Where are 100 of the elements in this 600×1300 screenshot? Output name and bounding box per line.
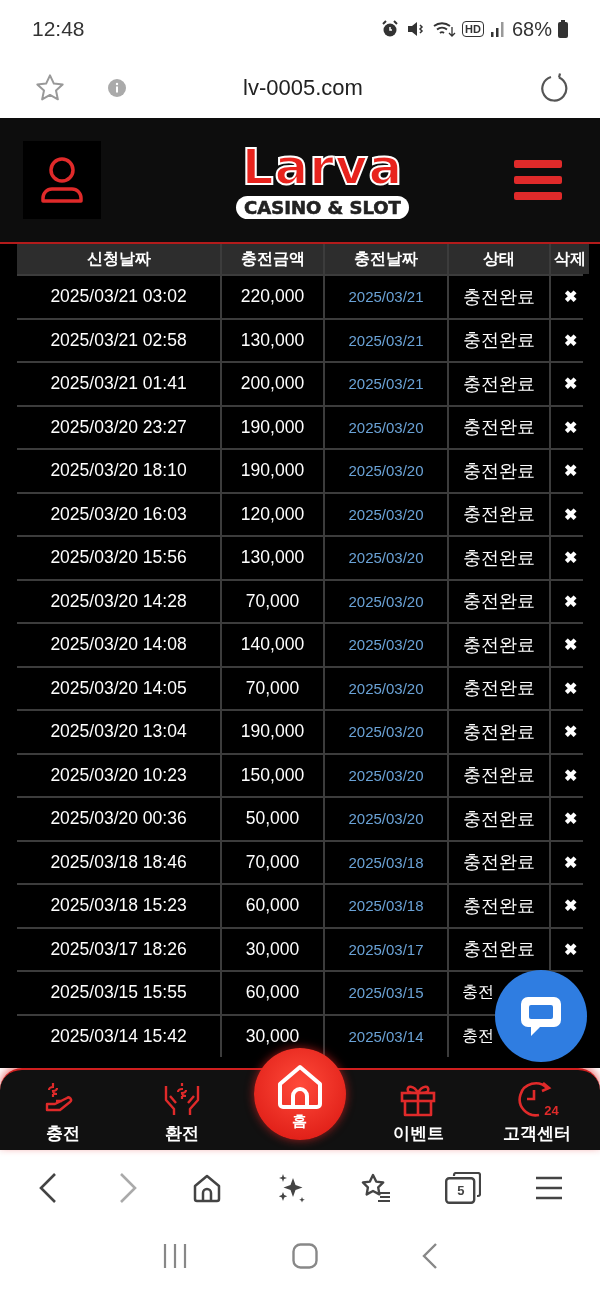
delete-button[interactable]: ✖	[563, 330, 577, 350]
table-cell: 충전완료	[449, 624, 549, 666]
table-cell: 2025/03/20 14:28	[17, 580, 220, 622]
table-cell: 130,000	[222, 537, 323, 579]
table-cell: 2025/03/20	[325, 580, 447, 622]
delete-button[interactable]: ✖	[563, 287, 577, 307]
table-cell: 70,000	[222, 841, 323, 883]
table-cell: 2025/03/20 16:03	[17, 493, 220, 535]
table-cell: 150,000	[222, 754, 323, 796]
table-cell: 2025/03/20	[325, 711, 447, 753]
table-cell: 2025/03/20 23:27	[17, 406, 220, 448]
table-cell: 130,000	[222, 319, 323, 361]
table-cell: 2025/03/20 13:04	[17, 711, 220, 753]
table-cell: 충전완료	[449, 711, 549, 753]
table-cell: 충전완료	[449, 537, 549, 579]
column-header: 충전날짜	[325, 244, 447, 274]
table-cell: 2025/03/21 03:02	[17, 276, 220, 318]
icon-label: 24	[544, 1102, 559, 1118]
table-cell: 충전완료	[449, 798, 549, 840]
table-cell: 충전완료	[449, 276, 549, 318]
column-header: 삭제	[551, 244, 589, 274]
table-cell: 50,000	[222, 798, 323, 840]
table-cell: 2025/03/20	[325, 754, 447, 796]
table-cell: 충전완료	[449, 450, 549, 492]
table-cell: 2025/03/20 18:10	[17, 450, 220, 492]
table-cell: 2025/03/18	[325, 885, 447, 927]
nav-item[interactable]: 충전	[41, 1070, 86, 1150]
delete-button[interactable]: ✖	[563, 635, 577, 655]
logo-subtitle[interactable]: CASINO & SLOT	[236, 195, 409, 219]
table-cell: 220,000	[222, 276, 323, 318]
table-cell: 2025/03/20	[325, 624, 447, 666]
delete-button[interactable]: ✖	[563, 548, 577, 568]
table-cell: 2025/03/20	[325, 667, 447, 709]
table-cell: 충전완료	[449, 493, 549, 535]
table-cell: 2025/03/20 10:23	[17, 754, 220, 796]
delete-button[interactable]: ✖	[563, 896, 577, 916]
delete-button[interactable]: ✖	[563, 591, 577, 611]
table-cell: 2025/03/21 01:41	[17, 363, 220, 405]
table-cell: 2025/03/20	[325, 537, 447, 579]
table-cell: 200,000	[222, 363, 323, 405]
column-header: 상태	[449, 244, 549, 274]
battery-level: 68%	[511, 17, 552, 41]
delete-button[interactable]: ✖	[563, 374, 577, 394]
table-cell: 2025/03/14 15:42	[17, 1015, 220, 1057]
nav-item[interactable]: 이벤트	[390, 1070, 446, 1150]
table-cell: 30,000	[222, 928, 323, 970]
table-cell: 충전완료	[449, 406, 549, 448]
network-label: HD	[462, 21, 484, 37]
table-cell: 2025/03/18 18:46	[17, 841, 220, 883]
table-cell: 2025/03/20 14:08	[17, 624, 220, 666]
table-cell: 2025/03/21	[325, 319, 447, 361]
table-cell: 70,000	[222, 580, 323, 622]
table-cell: 2025/03/20	[325, 493, 447, 535]
table-cell: 140,000	[222, 624, 323, 666]
table-cell: 충전완료	[449, 885, 549, 927]
table-cell: 2025/03/20	[325, 406, 447, 448]
table-cell: 60,000	[222, 885, 323, 927]
logo-title[interactable]: Larva	[241, 141, 404, 192]
table-cell: 충전완료	[449, 754, 549, 796]
table-cell: 2025/03/20 00:36	[17, 798, 220, 840]
delete-button[interactable]: ✖	[563, 678, 577, 698]
table-cell: 2025/03/20	[325, 450, 447, 492]
table-cell: 190,000	[222, 711, 323, 753]
table-cell: 2025/03/17 18:26	[17, 928, 220, 970]
home-nav-button[interactable]: 홈	[254, 1048, 346, 1140]
table-cell: 2025/03/20 15:56	[17, 537, 220, 579]
table-cell: 2025/03/15	[325, 972, 447, 1014]
table-cell: 충전완료	[449, 363, 549, 405]
table-cell: 120,000	[222, 493, 323, 535]
table-cell: 2025/03/21	[325, 363, 447, 405]
table-cell: 충전완료	[449, 928, 549, 970]
table-cell: 충전완료	[449, 319, 549, 361]
nav-item[interactable]: 24 고객센터	[500, 1070, 573, 1150]
table-cell: 2025/03/18 15:23	[17, 885, 220, 927]
delete-button[interactable]: ✖	[563, 461, 577, 481]
delete-button[interactable]: ✖	[563, 722, 577, 742]
table-cell: 2025/03/17	[325, 928, 447, 970]
delete-button[interactable]: ✖	[563, 939, 577, 959]
delete-button[interactable]: ✖	[563, 852, 577, 872]
table-cell: 2025/03/15 15:55	[17, 972, 220, 1014]
table-cell: 2025/03/20	[325, 798, 447, 840]
table-cell: 190,000	[222, 450, 323, 492]
delete-button[interactable]: ✖	[563, 504, 577, 524]
table-cell: 2025/03/20 14:05	[17, 667, 220, 709]
delete-button[interactable]: ✖	[563, 765, 577, 785]
table-cell: 2025/03/21 02:58	[17, 319, 220, 361]
table-cell: 충전완료	[449, 580, 549, 622]
status-time: 12:48	[32, 17, 85, 41]
table-cell: 30,000	[222, 1015, 323, 1057]
delete-button[interactable]: ✖	[563, 417, 577, 437]
table-cell: 60,000	[222, 972, 323, 1014]
delete-button[interactable]: ✖	[563, 809, 577, 829]
table-cell: 190,000	[222, 406, 323, 448]
table-cell: 2025/03/21	[325, 276, 447, 318]
table-cell: 2025/03/18	[325, 841, 447, 883]
column-header: 충전금액	[222, 244, 323, 274]
table-cell: 2025/03/14	[325, 1015, 447, 1057]
table-cell: 충전완료	[449, 841, 549, 883]
url-text[interactable]: lv-0005.com	[126, 75, 480, 101]
nav-item[interactable]: 환전	[159, 1070, 204, 1150]
